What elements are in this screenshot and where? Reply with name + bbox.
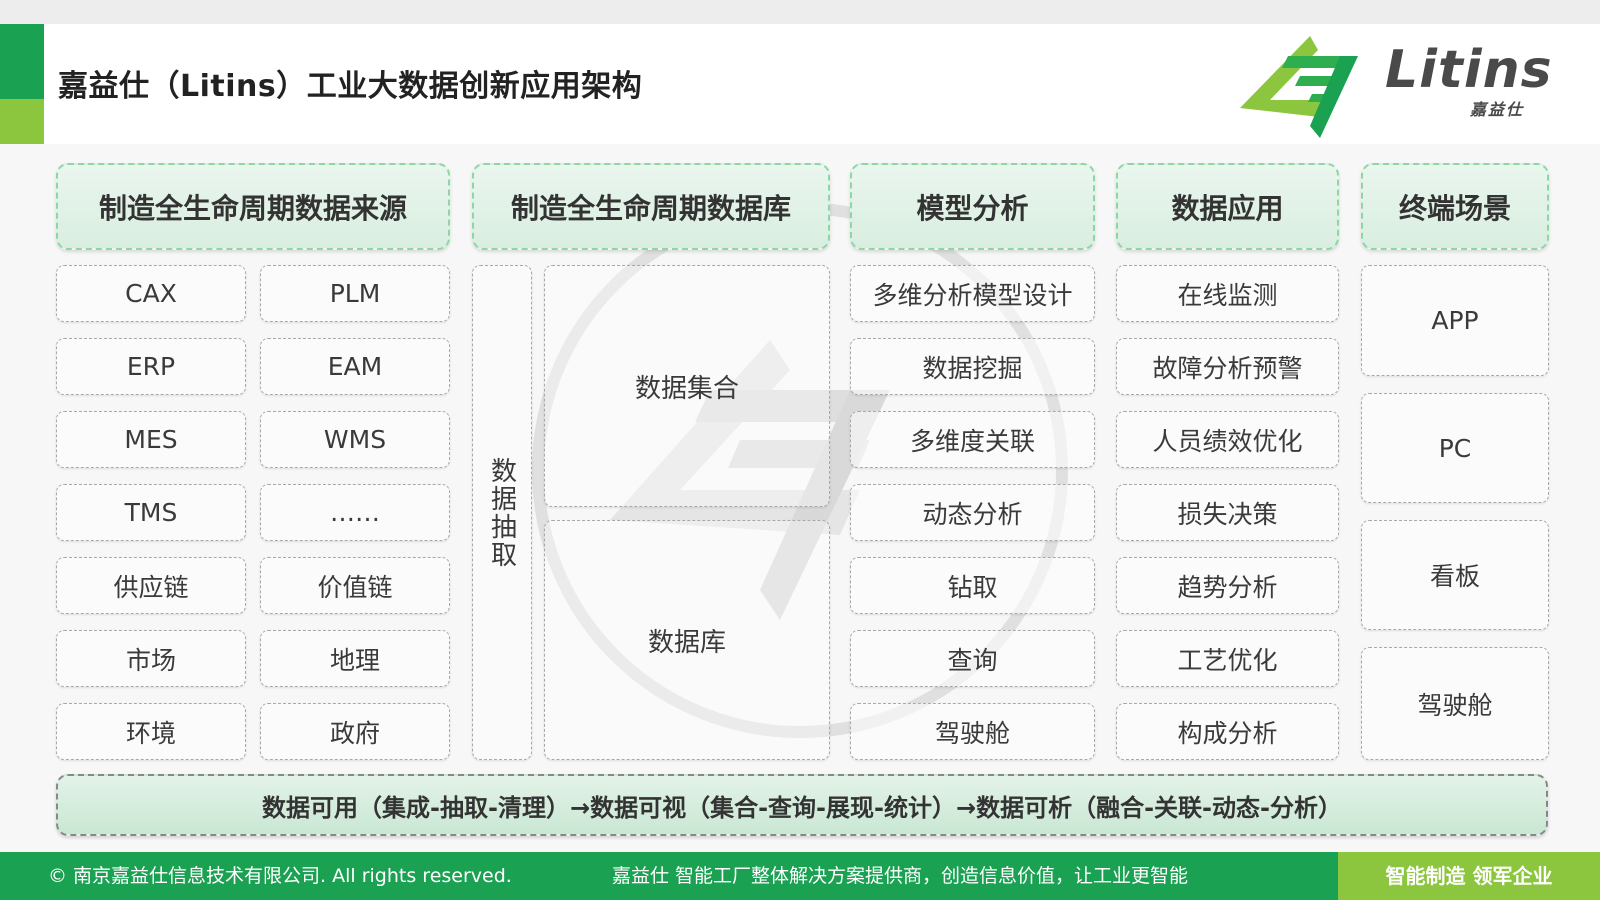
data-collection-label: 数据集合 — [634, 373, 739, 404]
source-geography: 地理 — [260, 630, 450, 687]
header-data-sources: 制造全生命周期数据来源 — [56, 163, 450, 250]
data-flow-summary: 数据可用（集成-抽取-清理）→数据可视（集合-查询-展现-统计）→数据可析（融合… — [56, 774, 1548, 836]
data-collection-box: 数据集合 — [544, 265, 830, 507]
header-accent-dark — [0, 24, 44, 99]
source-eam: EAM — [260, 338, 450, 395]
source-wms: WMS — [260, 411, 450, 468]
model-item: 驾驶舱 — [850, 703, 1095, 760]
model-item: 查询 — [850, 630, 1095, 687]
model-item: 数据挖掘 — [850, 338, 1095, 395]
header-model-analysis: 模型分析 — [850, 163, 1095, 250]
terminal-dashboard: 看板 — [1361, 520, 1549, 630]
database-label: 数据库 — [647, 627, 726, 658]
source-tms: TMS — [56, 484, 246, 541]
model-item: 钻取 — [850, 557, 1095, 614]
source-more: …… — [260, 484, 450, 541]
footer-copyright: © 南京嘉益仕信息技术有限公司. All rights reserved. — [48, 865, 512, 887]
application-item: 在线监测 — [1116, 265, 1339, 322]
application-item: 构成分析 — [1116, 703, 1339, 760]
application-item: 工艺优化 — [1116, 630, 1339, 687]
source-environment: 环境 — [56, 703, 246, 760]
source-supply-chain: 供应链 — [56, 557, 246, 614]
footer-tagline: 嘉益仕 智能工厂整体解决方案提供商，创造信息价值，让工业更智能 — [612, 865, 1189, 887]
source-market: 市场 — [56, 630, 246, 687]
application-item: 人员绩效优化 — [1116, 411, 1339, 468]
model-item: 动态分析 — [850, 484, 1095, 541]
model-item: 多维度关联 — [850, 411, 1095, 468]
header-data-applications: 数据应用 — [1116, 163, 1339, 250]
terminal-app: APP — [1361, 265, 1549, 376]
database-box: 数据库 — [544, 520, 830, 760]
footer-motto: 智能制造 领军企业 — [1385, 864, 1553, 888]
header-database: 制造全生命周期数据库 — [472, 163, 830, 250]
terminal-cockpit: 驾驶舱 — [1361, 647, 1549, 760]
source-government: 政府 — [260, 703, 450, 760]
model-item: 多维分析模型设计 — [850, 265, 1095, 322]
terminal-pc: PC — [1361, 393, 1549, 503]
application-item: 趋势分析 — [1116, 557, 1339, 614]
page-title: 嘉益仕（Litins）工业大数据创新应用架构 — [58, 69, 643, 104]
header-terminal-scenarios: 终端场景 — [1361, 163, 1549, 250]
logo-wordmark: Litins — [1385, 40, 1553, 100]
source-value-chain: 价值链 — [260, 557, 450, 614]
logo-subtext: 嘉益仕 — [1470, 100, 1525, 119]
source-plm: PLM — [260, 265, 450, 322]
source-cax: CAX — [56, 265, 246, 322]
top-strip — [0, 0, 1600, 24]
application-item: 损失决策 — [1116, 484, 1339, 541]
data-extraction-box: 数据抽取 — [472, 265, 532, 760]
application-item: 故障分析预警 — [1116, 338, 1339, 395]
header-accent-light — [0, 99, 44, 144]
source-mes: MES — [56, 411, 246, 468]
data-extraction-label: 数据抽取 — [486, 456, 517, 569]
source-erp: ERP — [56, 338, 246, 395]
